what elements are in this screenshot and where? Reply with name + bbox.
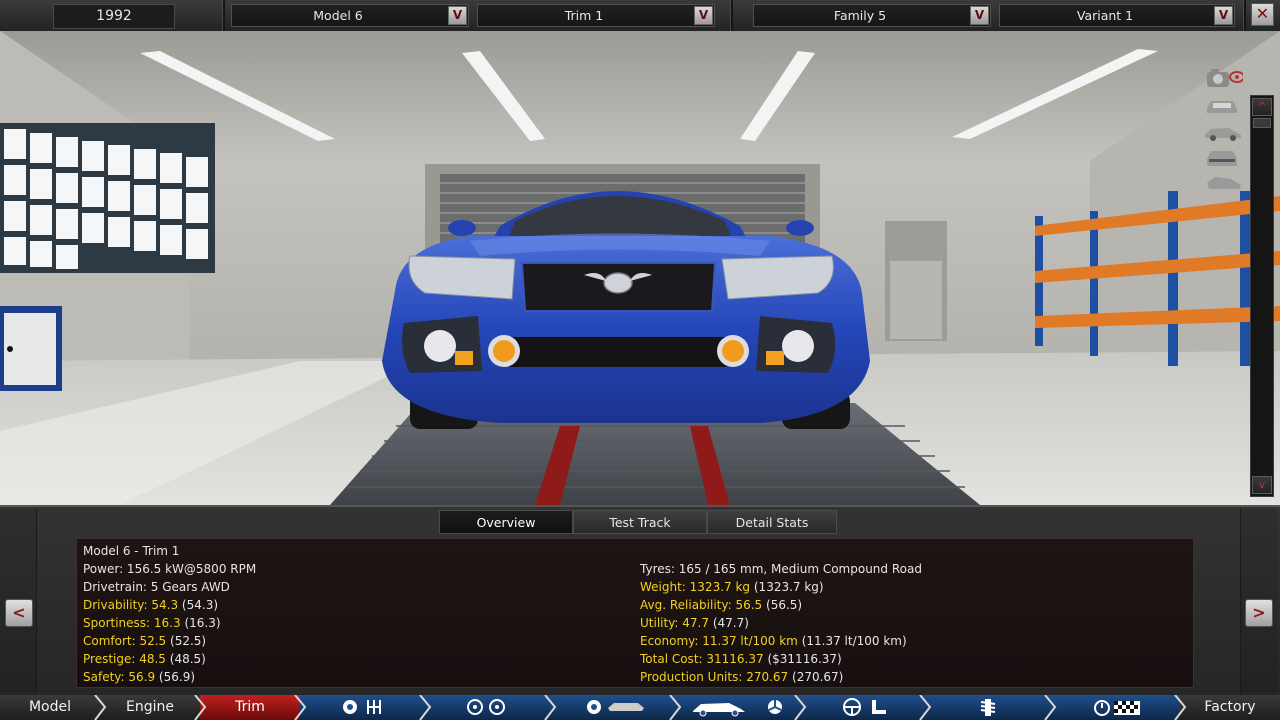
tab-test-track[interactable]: Test Track	[573, 510, 707, 534]
view-scrollbar[interactable]: ^ v	[1250, 95, 1274, 497]
scroll-down-button[interactable]: v	[1252, 476, 1272, 494]
camera-icon[interactable]	[1203, 67, 1243, 89]
family-dropdown-label: Family 5	[833, 8, 887, 23]
stat-tyres: Tyres: 165 / 165 mm, Medium Compound Roa…	[640, 562, 922, 576]
chevron-down-icon[interactable]: V	[448, 6, 467, 25]
garage-scene	[0, 31, 1280, 505]
prev-button[interactable]: <	[5, 599, 33, 627]
bottom-navigation: Model Engine Trim Factory	[0, 695, 1280, 720]
stat-total-cost: Total Cost: 31116.37 ($31116.37)	[640, 652, 842, 666]
car-rear-view-icon[interactable]	[1203, 147, 1243, 169]
stats-box: Model 6 - Trim 1 Power: 156.5 kW@5800 RP…	[76, 538, 1194, 688]
family-dropdown[interactable]: Family 5 V	[753, 4, 991, 27]
model-dropdown-label: Model 6	[313, 8, 363, 23]
stats-left-column: Model 6 - Trim 1 Power: 156.5 kW@5800 RP…	[83, 542, 256, 686]
scroll-up-button[interactable]: ^	[1252, 98, 1272, 116]
car-side-view-icon[interactable]	[1203, 121, 1243, 143]
scroll-thumb[interactable]	[1253, 118, 1271, 128]
stat-comfort: Comfort: 52.5 (52.5)	[83, 634, 207, 648]
variant-dropdown[interactable]: Variant 1 V	[999, 4, 1235, 27]
stat-economy: Economy: 11.37 lt/100 km (11.37 lt/100 k…	[640, 634, 907, 648]
tab-overview[interactable]: Overview	[439, 510, 573, 534]
stat-power: Power: 156.5 kW@5800 RPM	[83, 562, 257, 576]
trim-dropdown-label: Trim 1	[564, 8, 604, 23]
variant-dropdown-label: Variant 1	[1076, 8, 1134, 23]
year-display: 1992	[53, 4, 175, 29]
car-front-view-icon[interactable]	[1203, 95, 1243, 117]
stat-safety: Safety: 56.9 (56.9)	[83, 670, 196, 684]
trim-dropdown[interactable]: Trim 1 V	[477, 4, 715, 27]
chevron-down-icon[interactable]: V	[970, 6, 989, 25]
top-bar: 1992 Model 6 V Trim 1 V Family 5 V Varia…	[0, 0, 1280, 32]
divider	[730, 0, 733, 31]
model-dropdown[interactable]: Model 6 V	[231, 4, 469, 27]
tab-detail-stats[interactable]: Detail Stats	[707, 510, 837, 534]
stat-production-units: Production Units: 270.67 (270.67)	[640, 670, 844, 684]
car-angle-view-icon[interactable]	[1203, 171, 1243, 193]
stats-title: Model 6 - Trim 1	[83, 544, 180, 558]
chevron-down-icon[interactable]: V	[1214, 6, 1233, 25]
stat-weight: Weight: 1323.7 kg (1323.7 kg)	[640, 580, 824, 594]
nav-separators	[94, 695, 1187, 720]
chevron-down-icon[interactable]: V	[694, 6, 713, 25]
stat-prestige: Prestige: 48.5 (48.5)	[83, 652, 206, 666]
car-3d-viewport[interactable]: ^ v	[0, 31, 1280, 505]
car-model	[382, 191, 870, 429]
divider	[1243, 0, 1246, 31]
stat-drivetrain: Drivetrain: 5 Gears AWD	[83, 580, 230, 594]
stat-reliability: Avg. Reliability: 56.5 (56.5)	[640, 598, 803, 612]
stat-utility: Utility: 47.7 (47.7)	[640, 616, 749, 630]
divider	[222, 0, 225, 31]
next-button[interactable]: >	[1245, 599, 1273, 627]
close-button[interactable]: ✕	[1251, 3, 1274, 26]
stats-right-column: Tyres: 165 / 165 mm, Medium Compound Roa…	[640, 560, 922, 686]
stat-drivability: Drivability: 54.3 (54.3)	[83, 598, 219, 612]
stat-sportiness: Sportiness: 16.3 (16.3)	[83, 616, 221, 630]
stats-panel: Overview Test Track Detail Stats < > Mod…	[0, 505, 1280, 697]
